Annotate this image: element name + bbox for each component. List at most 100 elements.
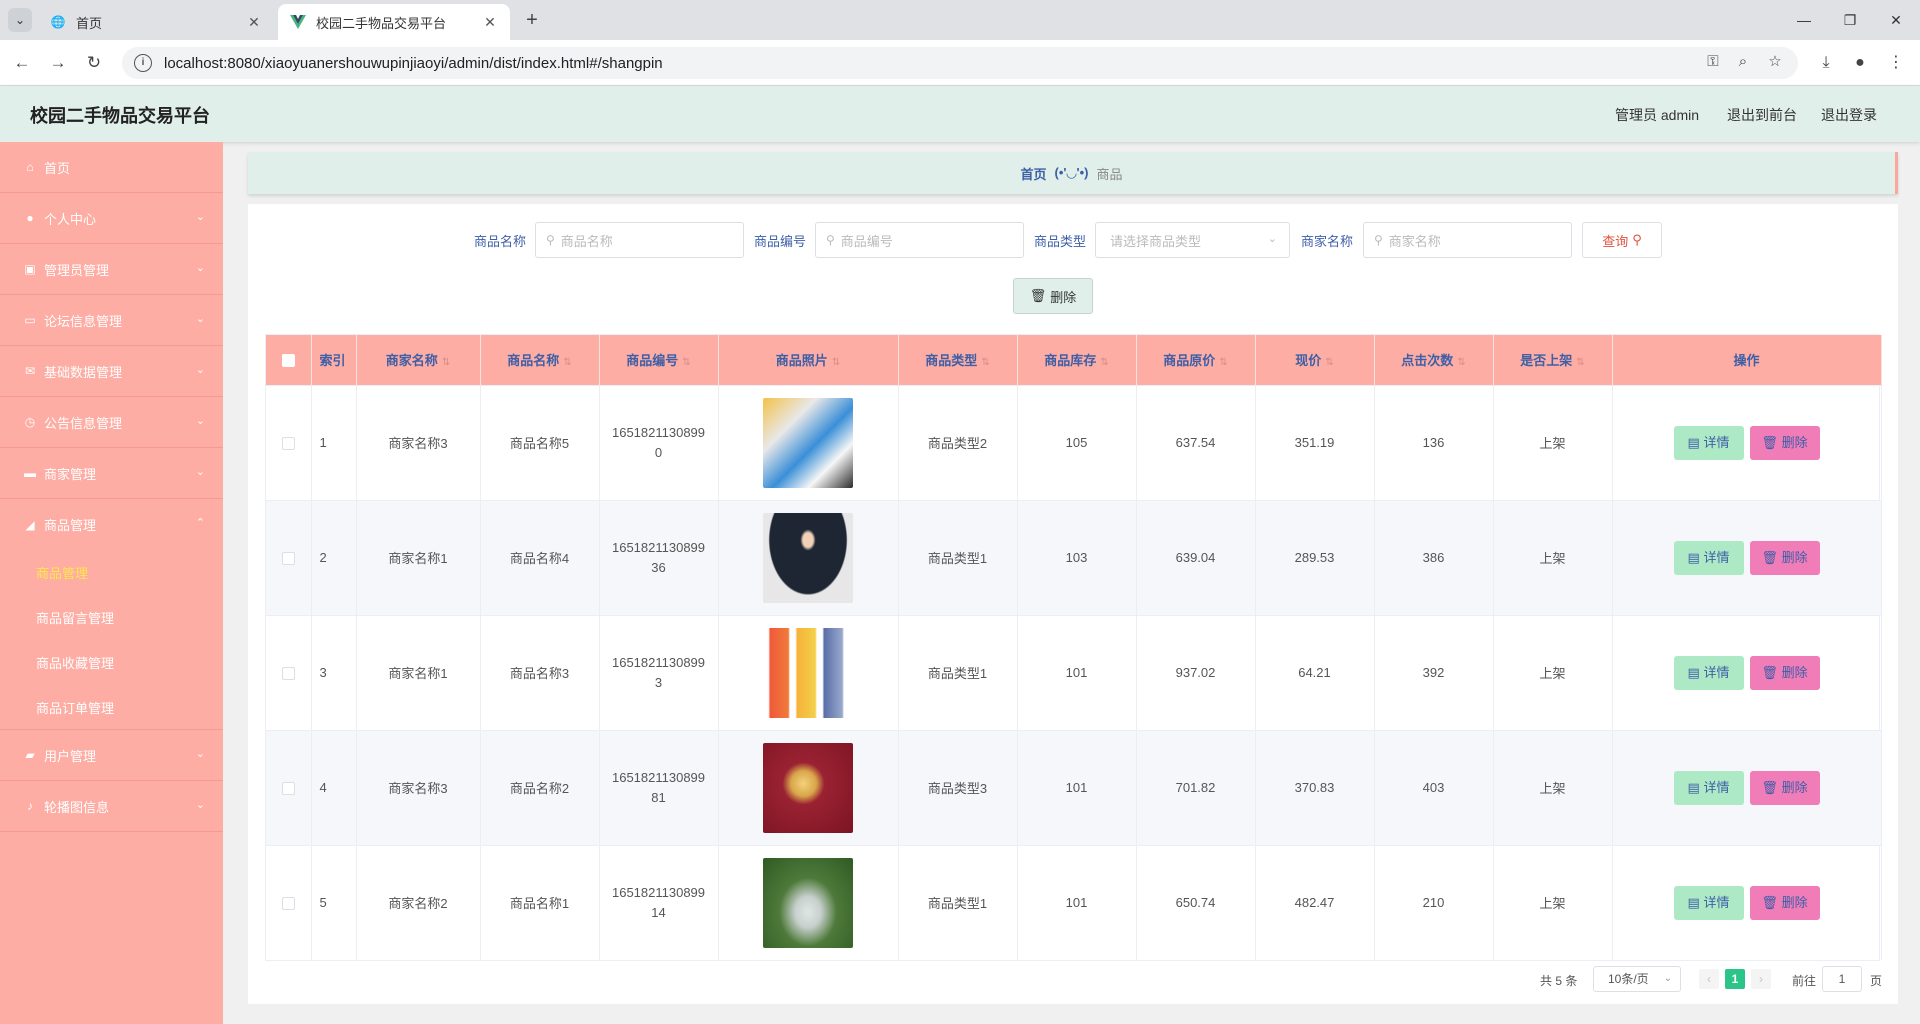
window-close-icon[interactable]: ✕ [1882,6,1910,34]
column-header[interactable]: 商家名称 ⇅ [356,335,481,385]
sidebar-item-home[interactable]: ⌂ 首页 [0,142,223,193]
delete-button[interactable]: 🗑 删除 [1749,655,1820,690]
key-icon[interactable]: ⚿ [1700,47,1726,77]
close-icon[interactable]: ✕ [246,14,262,31]
goods-code-input[interactable]: ⚲ 商品编号 [815,222,1024,258]
column-header[interactable]: 是否上架 ⇅ [1493,335,1613,385]
reload-icon[interactable]: ↻ [80,49,108,77]
column-header[interactable]: 商品照片 ⇅ [718,335,899,385]
row-checkbox[interactable] [281,782,295,796]
zoom-icon[interactable]: ⌕ [1730,47,1756,77]
goods-photo[interactable] [763,627,853,718]
delete-button[interactable]: 🗑 删除 [1749,540,1820,575]
site-info-icon[interactable]: i [134,54,152,72]
row-checkbox[interactable] [281,667,295,681]
more-menu-icon[interactable]: ⋮ [1882,49,1910,77]
row-checkbox[interactable] [281,437,295,451]
cell-code: 16518211308993 [611,654,706,690]
column-header[interactable]: 商品原价 ⇅ [1136,335,1256,385]
clock-icon: ◷ [24,415,36,429]
sort-icon: ⇅ [563,357,572,369]
sidebar-item-goods[interactable]: ◢ 商品管理 ⌃ [0,499,223,550]
column-header[interactable]: 商品库存 ⇅ [1017,335,1137,385]
sidebar-item-admins[interactable]: ▣ 管理员管理 ⌄ [0,244,223,295]
cell-status: 上架 [1493,499,1613,615]
submenu-goods-orders[interactable]: 商品订单管理 [0,685,223,730]
sidebar-item-shops[interactable]: ▬ 商家管理 ⌄ [0,448,223,499]
select-all-cell[interactable] [266,335,312,385]
tab-search-icon[interactable]: ⌄ [8,8,32,32]
sort-icon: ⇅ [831,357,841,369]
submenu-goods-favorites[interactable]: 商品收藏管理 [0,640,223,685]
goods-photo[interactable] [763,857,853,948]
trash-icon: 🗑 [1761,894,1778,910]
row-checkbox[interactable] [281,897,295,911]
goods-photo[interactable] [763,742,853,833]
sidebar-item-basic-data[interactable]: ✉ 基础数据管理 ⌄ [0,346,223,397]
browser-tab-home[interactable]: 🌐 首页 ✕ [38,4,274,40]
submenu-goods-messages[interactable]: 商品留言管理 [0,595,223,640]
goods-photo[interactable] [763,397,853,488]
cell-index: 4 [311,729,357,845]
column-header[interactable]: 现价 ⇅ [1255,335,1375,385]
detail-button[interactable]: ▤ 详情 [1673,885,1744,920]
breadcrumb-home[interactable]: 首页 [1021,164,1047,183]
tab-title: 首页 [76,15,103,31]
url-bar[interactable]: i localhost:8080/xiaoyuanershouwupinjiao… [122,47,1798,79]
column-header[interactable]: 点击次数 ⇅ [1374,335,1494,385]
restore-icon[interactable]: ❐ [1836,6,1864,34]
goods-photo[interactable] [763,512,853,603]
sidebar-item-forum[interactable]: ▭ 论坛信息管理 ⌄ [0,295,223,346]
exit-to-front-link[interactable]: 退出到前台 [1727,105,1797,125]
home-icon: ⌂ [26,160,34,174]
logout-link[interactable]: 退出登录 [1821,105,1877,125]
current-page-button[interactable]: 1 [1725,969,1745,989]
delete-button[interactable]: 🗑 删除 [1749,770,1820,805]
sort-icon: ⇅ [1325,357,1334,369]
submenu-goods-management[interactable]: 商品管理 [0,550,223,595]
detail-button[interactable]: ▤ 详情 [1673,770,1744,805]
detail-button[interactable]: ▤ 详情 [1673,655,1744,690]
back-icon[interactable]: ← [8,49,36,77]
user-icon: ● [26,211,34,225]
query-button[interactable]: 查询 ⚲ [1582,222,1662,258]
column-header[interactable]: 商品名称 ⇅ [480,335,600,385]
query-button-label: 查询 [1602,233,1629,249]
column-header[interactable]: 商品编号 ⇅ [599,335,719,385]
page-size-select[interactable]: 10条/页 ⌄ [1593,966,1681,992]
goods-type-select[interactable]: 请选择商品类型 ⌄ [1095,222,1290,258]
sidebar-item-notices[interactable]: ◷ 公告信息管理 ⌄ [0,397,223,448]
sort-icon: ⇅ [1457,357,1466,369]
delete-button[interactable]: 🗑 删除 [1749,885,1820,920]
detail-button[interactable]: ▤ 详情 [1673,425,1744,460]
prev-page-button[interactable]: ‹ [1699,969,1719,989]
profile-icon[interactable]: ● [1846,49,1874,77]
row-checkbox[interactable] [281,552,295,566]
vue-logo-icon [290,14,306,30]
column-header[interactable]: 商品类型 ⇅ [898,335,1018,385]
mail-icon: ✉ [24,364,36,378]
document-icon: ▤ [1687,894,1700,910]
minimize-icon[interactable]: — [1790,6,1818,34]
select-all-checkbox[interactable] [281,354,295,368]
chevron-down-icon: ⌄ [1267,233,1277,245]
goods-code-placeholder: 商品编号 [840,233,893,249]
delete-button[interactable]: 🗑 删除 [1749,425,1820,460]
shop-name-input[interactable]: ⚲ 商家名称 [1363,222,1572,258]
goto-page-input[interactable]: 1 [1822,966,1862,992]
star-icon[interactable]: ☆ [1762,47,1788,77]
goods-name-input[interactable]: ⚲ 商品名称 [535,222,744,258]
forward-icon[interactable]: → [44,49,72,77]
sidebar-item-carousel[interactable]: ♪ 轮播图信息 ⌄ [0,781,223,832]
sidebar-item-profile[interactable]: ● 个人中心 ⌄ [0,193,223,244]
next-page-button[interactable]: › [1751,969,1771,989]
download-icon[interactable]: ⤓ [1812,49,1840,77]
close-icon[interactable]: ✕ [482,14,498,31]
detail-button[interactable]: ▤ 详情 [1673,540,1744,575]
briefcase-icon: ▰ [25,748,35,762]
browser-tab-platform[interactable]: 校园二手物品交易平台 ✕ [278,4,510,40]
new-tab-icon[interactable]: + [520,8,544,32]
batch-delete-button[interactable]: 🗑 删除 [1013,278,1093,314]
cell-code: 165182113089936 [611,539,706,575]
sidebar-item-users[interactable]: ▰ 用户管理 ⌄ [0,730,223,781]
